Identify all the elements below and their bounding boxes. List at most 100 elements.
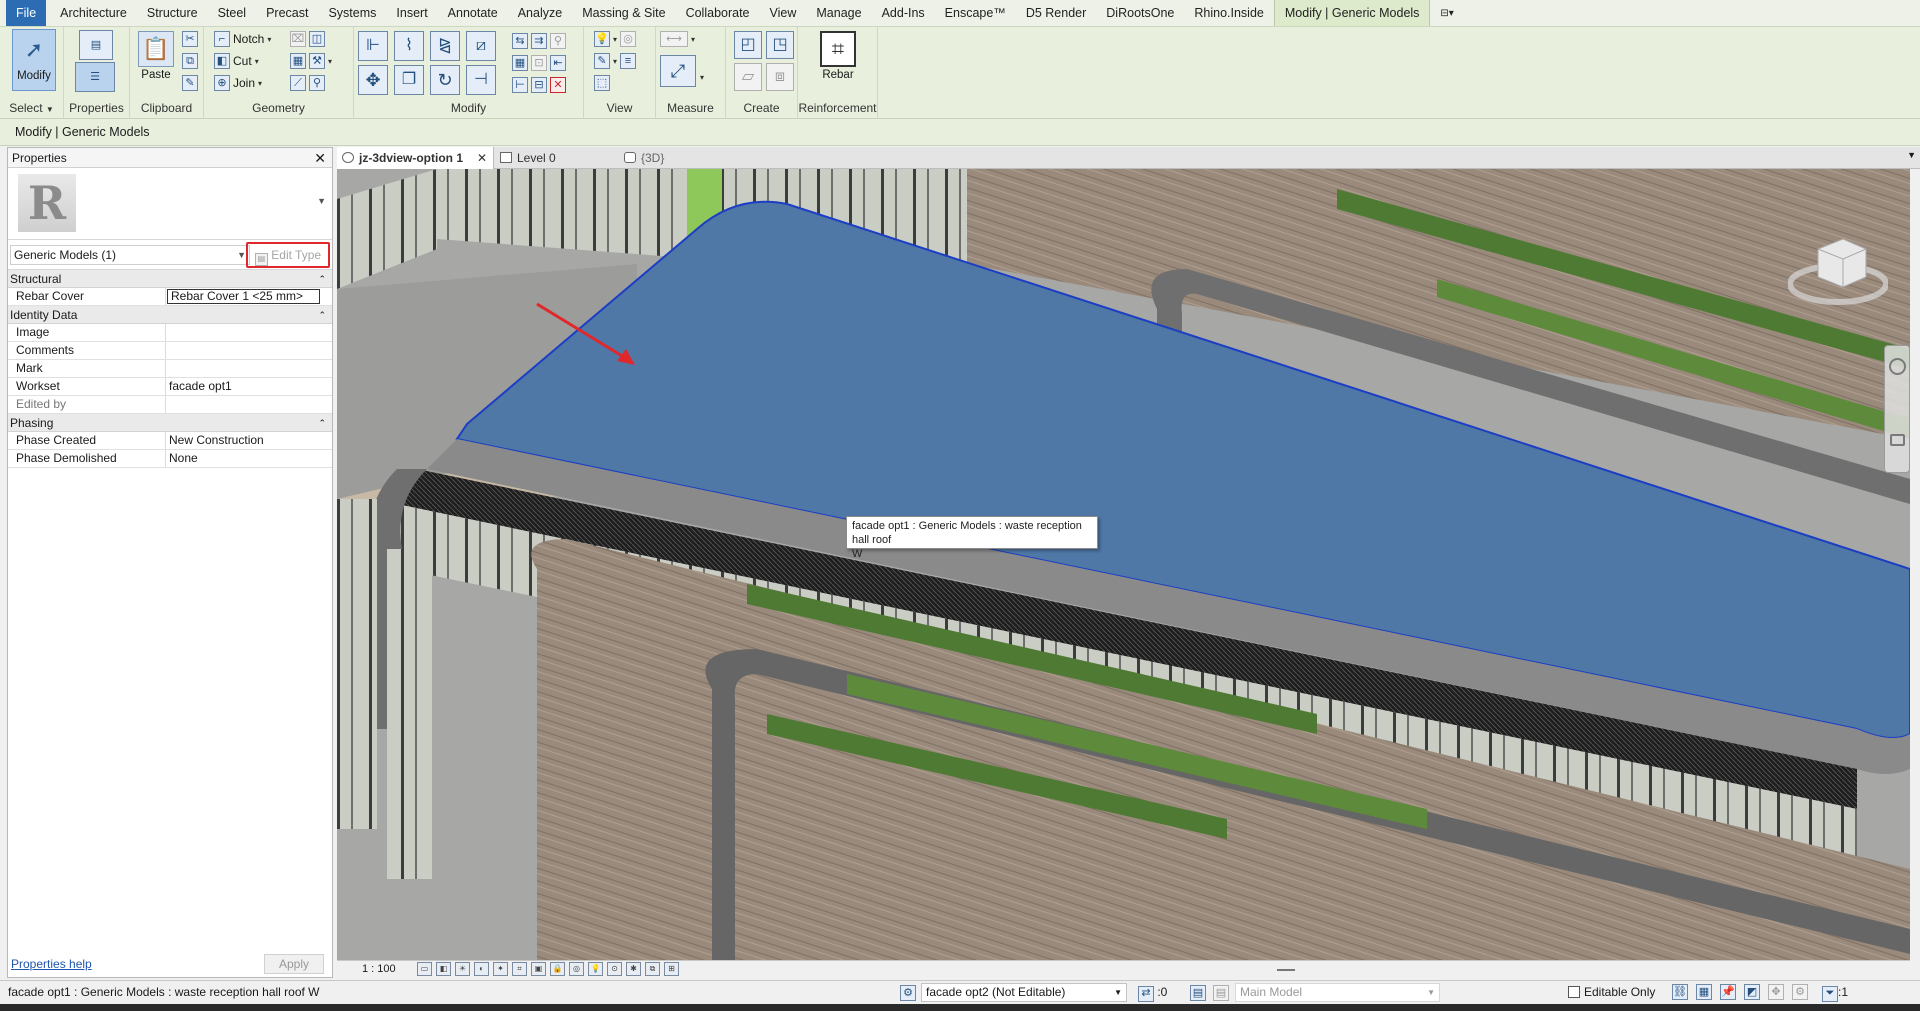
move-icon[interactable]: ✥	[358, 65, 388, 95]
analysis-icon[interactable]: ✱	[626, 962, 641, 976]
3d-viewport[interactable]: facade opt1 : Generic Models : waste rec…	[337, 169, 1910, 960]
image-field[interactable]	[166, 324, 332, 341]
delete-icon[interactable]: ✕	[550, 77, 566, 93]
mirror-axis-icon[interactable]: ⧎	[430, 31, 460, 61]
sun-path-icon[interactable]: ☀	[455, 962, 470, 976]
tab-3d[interactable]: {3D}	[619, 147, 719, 169]
tab-rhino-inside[interactable]: Rhino.Inside	[1184, 0, 1274, 26]
viewcube-icon[interactable]	[1788, 229, 1888, 309]
tab-systems[interactable]: Systems	[318, 0, 386, 26]
edit-type-button[interactable]: ▤ Edit Type	[246, 242, 330, 268]
tab-file[interactable]: File	[6, 0, 47, 26]
temp-hide-icon[interactable]: ◎	[569, 962, 584, 976]
select-links-icon[interactable]: ⛓	[1672, 984, 1688, 1000]
apply-button[interactable]: Apply	[264, 954, 324, 974]
type-selector-dropdown[interactable]: Generic Models (1) ▼	[10, 245, 250, 265]
visual-style-icon[interactable]: ◧	[436, 962, 451, 976]
view-scale[interactable]: 1 : 100	[362, 961, 396, 978]
tab-manage[interactable]: Manage	[806, 0, 871, 26]
pick-tool-icon[interactable]: ⚲	[309, 75, 325, 91]
split-gap-icon[interactable]: ⇉	[531, 33, 547, 49]
cut-scissors-icon[interactable]: ✂	[182, 31, 198, 47]
pin-icon[interactable]: ⚲	[550, 33, 566, 49]
group-identity-data[interactable]: Identity Data ⌃	[8, 306, 332, 324]
scale-icon[interactable]: ⊡	[531, 55, 547, 71]
editable-only-checkbox[interactable]	[1568, 986, 1580, 998]
rebar-button[interactable]: ⌗ Rebar	[816, 29, 860, 91]
collapse-icon[interactable]: ⌃	[318, 270, 326, 288]
design-option-dropdown[interactable]: Main Model ▼	[1235, 983, 1440, 1002]
temp-view-props-icon[interactable]: ⊙	[607, 962, 622, 976]
lock-view-icon[interactable]: 🔒	[550, 962, 565, 976]
tabs-menu-icon[interactable]: ▼	[1907, 150, 1916, 160]
reveal-hidden-icon[interactable]: 💡	[588, 962, 603, 976]
rebar-cover-field[interactable]: Rebar Cover 1 <25 mm>	[167, 289, 320, 304]
view-cube-icon[interactable]: ⬚	[594, 75, 610, 91]
tab-insert[interactable]: Insert	[386, 0, 437, 26]
create-group-icon[interactable]: ▱	[734, 63, 762, 91]
zoom-region-icon[interactable]	[1890, 434, 1905, 446]
tab-annotate[interactable]: Annotate	[438, 0, 508, 26]
shadows-icon[interactable]: ◐	[474, 962, 489, 976]
editing-requests[interactable]: ⇄ :0	[1138, 981, 1167, 1003]
tab-add-ins[interactable]: Add-Ins	[872, 0, 935, 26]
create-parts-icon[interactable]: ◳	[766, 31, 794, 59]
ribbon-display-toggle-icon[interactable]: ⊟▾	[1430, 0, 1463, 26]
dimension-icon[interactable]: ⤢	[660, 55, 696, 87]
highlight-displacement-icon[interactable]: ⧉	[645, 962, 660, 976]
editable-only-toggle[interactable]: Editable Only	[1568, 981, 1655, 1003]
show-crop-icon[interactable]: ▣	[531, 962, 546, 976]
properties-toggle-icon[interactable]: ☰	[75, 62, 115, 92]
array-icon[interactable]: ▦	[512, 55, 528, 71]
design-options-grey-icon[interactable]: ▤	[1213, 985, 1229, 1001]
background-process-icon[interactable]: ⚙	[1792, 984, 1808, 1000]
mark-field[interactable]	[166, 360, 332, 377]
wall-joins-icon[interactable]: ⌧	[290, 31, 306, 47]
tab-enscape[interactable]: Enscape™	[935, 0, 1016, 26]
tab-view[interactable]: View	[760, 0, 807, 26]
scroll-down-icon[interactable]: ▼	[317, 196, 326, 206]
rotate-icon[interactable]: ↻	[430, 65, 460, 95]
modify-button[interactable]: ➚ Modify	[12, 29, 56, 91]
detail-level-icon[interactable]: ▭	[417, 962, 432, 976]
override-brush-icon[interactable]: ✎	[594, 53, 610, 69]
phase-demolished-field[interactable]: None	[166, 450, 332, 467]
constraints-icon[interactable]: ⊞	[664, 962, 679, 976]
select-by-face-icon[interactable]: ◩	[1744, 984, 1760, 1000]
filter-selection[interactable]: ⏷:1	[1822, 981, 1848, 1003]
tab-modify-generic-models[interactable]: Modify | Generic Models	[1273, 0, 1431, 26]
close-icon[interactable]: ✕	[477, 147, 487, 169]
close-icon[interactable]: ✕	[314, 148, 326, 168]
offset-icon[interactable]: ⌇	[394, 31, 424, 61]
unpin-icon[interactable]: ⇤	[550, 55, 566, 71]
crop-view-icon[interactable]: ⌗	[512, 962, 527, 976]
navigation-bar[interactable]	[1884, 345, 1910, 473]
group-phasing[interactable]: Phasing ⌃	[8, 414, 332, 432]
type-properties-icon[interactable]: ▤	[79, 30, 113, 60]
isolate-icon[interactable]: ◎	[620, 31, 637, 47]
tab-structure[interactable]: Structure	[137, 0, 208, 26]
tab-jz-3dview-option-1[interactable]: jz-3dview-option 1 ✕	[337, 147, 494, 169]
copy-element-icon[interactable]: ❐	[394, 65, 424, 95]
hide-bulb-icon[interactable]: 💡	[594, 31, 610, 47]
select-pinned-icon[interactable]: 📌	[1720, 984, 1736, 1000]
workset-dropdown[interactable]: facade opt2 (Not Editable) ▼	[921, 983, 1127, 1002]
group-structural[interactable]: Structural ⌃	[8, 270, 332, 288]
horizontal-scrollbar[interactable]	[1277, 969, 1295, 971]
trim-single-icon[interactable]: ⊟	[531, 77, 547, 93]
join-button[interactable]: ⊕ Join ▾	[214, 73, 262, 93]
drag-elements-icon[interactable]: ✥	[1768, 984, 1784, 1000]
phase-created-field[interactable]: New Construction	[166, 432, 332, 449]
mirror-draw-icon[interactable]: ⧄	[466, 31, 496, 61]
trim-extend-icon[interactable]: ⊣	[466, 65, 496, 95]
design-options-icon[interactable]: ▤	[1190, 985, 1206, 1001]
tab-dirootsone[interactable]: DiRootsOne	[1096, 0, 1184, 26]
collapse-icon[interactable]: ⌃	[318, 306, 326, 324]
split-face-icon[interactable]: ◫	[309, 31, 325, 47]
tab-level-0[interactable]: Level 0	[495, 147, 617, 169]
tab-analyze[interactable]: Analyze	[508, 0, 572, 26]
tab-steel[interactable]: Steel	[208, 0, 257, 26]
select-underlay-icon[interactable]: ▦	[1696, 984, 1712, 1000]
tab-d5-render[interactable]: D5 Render	[1016, 0, 1096, 26]
paste-button[interactable]: 📋 Paste	[134, 29, 178, 91]
